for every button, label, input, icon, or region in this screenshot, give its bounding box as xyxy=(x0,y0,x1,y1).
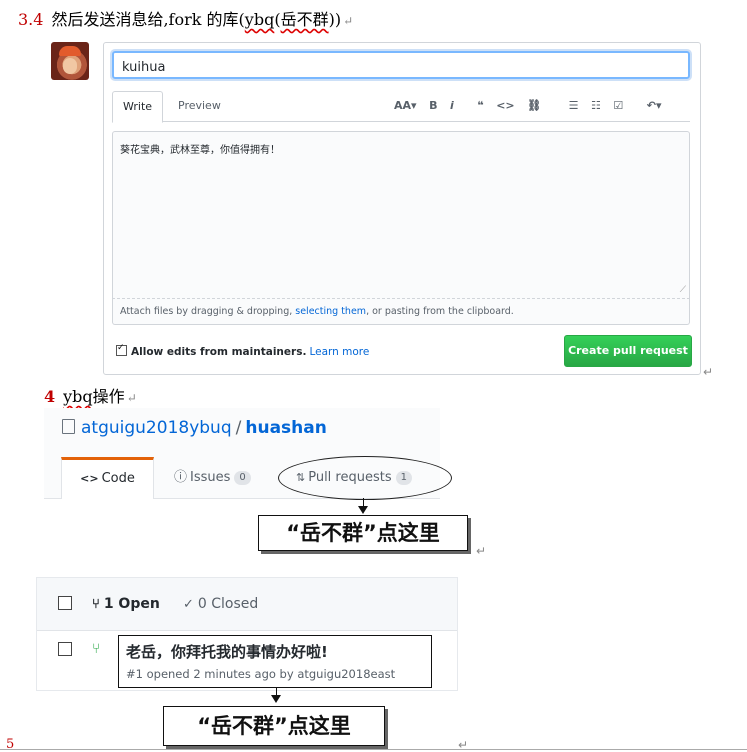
section-3-4-heading: 3.4 然后发送消息给,fork 的库(ybq(岳不群)) ↵ xyxy=(18,6,353,30)
return-mark: ↵ xyxy=(476,544,487,558)
tab-issues[interactable]: ⓘ Issues 0 xyxy=(174,457,251,498)
callout-click-here: “岳不群”点这里 xyxy=(258,515,468,551)
row-checkbox[interactable] xyxy=(58,642,72,656)
heading-name: 岳不群 xyxy=(280,10,329,29)
editor-tabs: Write Preview AA▾ B i ❝ <> ⛓ ☰ ☷ ☑ ↶▾ @ … xyxy=(112,91,690,142)
pull-request-icon: ⑂ xyxy=(92,597,100,612)
selecting-them-link[interactable]: selecting them xyxy=(295,306,366,317)
comment-text: 葵花宝典，武林至尊，你值得拥有！ xyxy=(120,145,280,156)
heading-user: ybq xyxy=(244,10,275,29)
tab-issues-label: Issues xyxy=(190,470,231,485)
tab-preview[interactable]: Preview xyxy=(168,91,231,121)
return-mark: ↵ xyxy=(343,14,354,28)
heading-text-c: )) xyxy=(328,10,342,29)
open-pull-request-icon: ⑂ xyxy=(92,641,101,657)
pull-request-title-link[interactable]: 老岳，你拜托我的事情办好啦! xyxy=(126,641,328,662)
code-icon[interactable]: <> xyxy=(496,99,514,112)
header-icon[interactable]: AA▾ xyxy=(394,99,417,112)
return-mark: ↵ xyxy=(703,365,714,379)
arrow-down-icon xyxy=(358,506,368,514)
section-number: 4 xyxy=(44,387,56,406)
page-divider xyxy=(0,749,747,750)
list-item[interactable]: 老岳，你拜托我的事情办好啦! #1 opened 2 minutes ago b… xyxy=(118,635,432,688)
title-input-value: kuihua xyxy=(122,60,166,75)
title-input[interactable] xyxy=(112,51,690,79)
heading-user: ybq xyxy=(63,387,93,406)
heading-text: 操作 xyxy=(92,387,125,406)
tab-code[interactable]: <> Code xyxy=(61,457,154,499)
open-count-label: 1 Open xyxy=(103,596,160,612)
allow-edits-row: Allow edits from maintainers.Learn more xyxy=(116,343,369,358)
unordered-list-icon[interactable]: ☰ xyxy=(569,99,579,112)
closed-count-label: 0 Closed xyxy=(197,596,259,612)
attach-files-bar[interactable]: Attach files by dragging & dropping, sel… xyxy=(112,299,690,325)
reply-icon[interactable]: ↶▾ xyxy=(647,99,662,112)
task-list-icon[interactable]: ☑ xyxy=(613,99,623,112)
callout-click-here: “岳不群”点这里 xyxy=(163,706,385,746)
allow-edits-label: Allow edits from maintainers. xyxy=(131,346,307,358)
issues-counter: 0 xyxy=(234,471,251,485)
pull-request-form: kuihua Write Preview AA▾ B i ❝ <> ⛓ ☰ ☷ … xyxy=(103,42,701,375)
heading-text-a: 然后发送消息给,fork 的库( xyxy=(51,10,245,29)
highlight-ellipse xyxy=(278,456,452,500)
tab-write[interactable]: Write xyxy=(112,91,164,123)
return-mark: ↵ xyxy=(126,391,137,405)
quote-icon[interactable]: ❝ xyxy=(477,99,483,112)
repo-separator: / xyxy=(235,418,242,438)
open-filter[interactable]: ⑂ 1 Open xyxy=(92,596,160,612)
attach-prefix: Attach files by dragging & dropping, xyxy=(120,306,296,317)
avatar[interactable] xyxy=(51,42,89,80)
closed-filter[interactable]: ✓ 0 Closed xyxy=(183,596,258,612)
repo-title: atguigu2018ybuq / huashan xyxy=(62,418,327,438)
ordered-list-icon[interactable]: ☷ xyxy=(591,99,601,112)
check-icon: ✓ xyxy=(183,597,194,612)
arrow-down-icon xyxy=(271,695,281,703)
section-4-heading: 4 ybq操作 ↵ xyxy=(44,383,137,407)
issues-icon: ⓘ xyxy=(174,470,188,485)
allow-edits-checkbox[interactable] xyxy=(116,343,127,356)
resize-grip-icon[interactable]: ⟋ xyxy=(680,285,686,295)
bold-icon[interactable]: B xyxy=(429,99,437,112)
attach-suffix: , or pasting from the clipboard. xyxy=(366,306,514,317)
list-header: ⑂ 1 Open ✓ 0 Closed xyxy=(37,578,457,631)
code-icon: <> xyxy=(80,472,99,485)
repo-owner-link[interactable]: atguigu2018ybuq xyxy=(81,418,232,438)
tab-code-label: Code xyxy=(101,471,135,486)
create-pull-request-button[interactable]: Create pull request xyxy=(564,335,692,367)
italic-icon[interactable]: i xyxy=(450,99,454,112)
comment-textarea[interactable]: 葵花宝典，武林至尊，你值得拥有！ ⟋ xyxy=(112,131,690,299)
repo-name-link[interactable]: huashan xyxy=(245,418,326,438)
learn-more-link[interactable]: Learn more xyxy=(309,346,369,358)
section-number: 3.4 xyxy=(18,10,44,29)
markdown-toolbar: AA▾ B i ❝ <> ⛓ ☰ ☷ ☑ ↶▾ @ ▮ xyxy=(394,91,690,142)
select-all-checkbox[interactable] xyxy=(58,596,72,610)
link-icon[interactable]: ⛓ xyxy=(527,99,541,112)
repo-icon xyxy=(62,419,75,434)
pull-request-meta: #1 opened 2 minutes ago by atguigu2018ea… xyxy=(126,667,396,681)
